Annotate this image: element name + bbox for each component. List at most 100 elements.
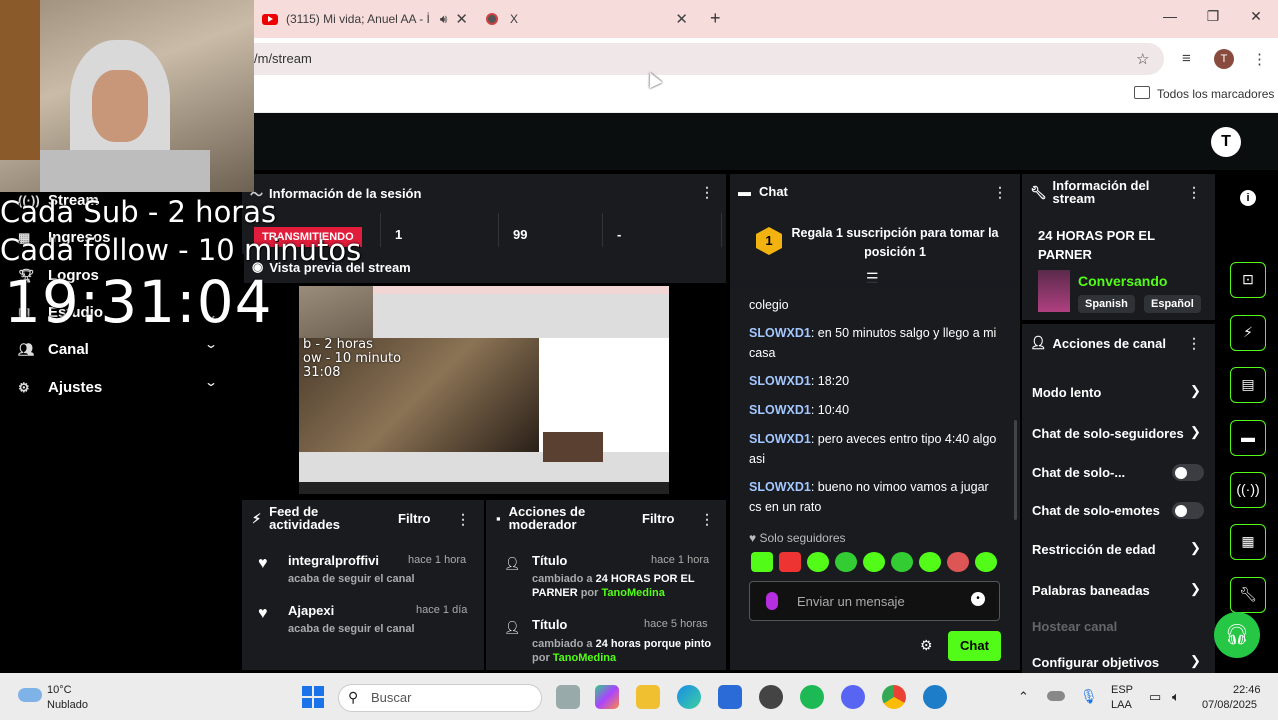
microphone-tray-icon[interactable]: 🎙︎ bbox=[1080, 688, 1098, 705]
chevron-down-icon[interactable]: ⌄ bbox=[204, 337, 218, 351]
onedrive-icon[interactable] bbox=[1047, 691, 1065, 701]
stream-category[interactable]: Conversando bbox=[1078, 273, 1167, 289]
feed-menu-icon[interactable]: ⋮ bbox=[456, 511, 470, 528]
chevron-right-icon[interactable]: ❯ bbox=[1190, 383, 1201, 399]
category-thumbnail[interactable] bbox=[1038, 270, 1070, 312]
taskbar-search[interactable] bbox=[338, 684, 542, 712]
chevron-down-icon[interactable]: ⌄ bbox=[204, 375, 218, 389]
network-icon[interactable]: ▭ bbox=[1149, 689, 1161, 705]
action-subs-only: Chat de solo-... bbox=[1032, 465, 1126, 480]
chevron-right-icon[interactable]: ❯ bbox=[1190, 581, 1201, 597]
clock-time[interactable]: 22:46 bbox=[1233, 684, 1261, 696]
media-control-icon[interactable]: ≡ bbox=[1182, 50, 1191, 67]
chat-input-placeholder[interactable]: Enviar un mensaje bbox=[797, 594, 905, 609]
tab-youtube[interactable]: (3115) Mi vida; Anuel AA - İ 🔊︎ ✕ bbox=[262, 4, 476, 34]
stream-preview-image[interactable]: b - 2 horas ow - 10 minuto 31:08 bbox=[299, 286, 669, 494]
rail-broadcast-button[interactable]: ((·)) bbox=[1230, 472, 1266, 508]
close-window-button[interactable]: ✕ bbox=[1246, 8, 1266, 25]
emote-icon[interactable] bbox=[891, 552, 913, 572]
rail-notes-button[interactable]: ▤ bbox=[1230, 367, 1266, 403]
rail-wrench-button[interactable]: 🔧︎ bbox=[1230, 577, 1266, 613]
send-chat-button[interactable]: Chat bbox=[948, 631, 1001, 661]
mod-menu-icon[interactable]: ⋮ bbox=[700, 511, 714, 528]
windows-start-icon[interactable] bbox=[302, 686, 324, 708]
channel-actions-menu-icon[interactable]: ⋮ bbox=[1187, 335, 1201, 352]
subs-only-toggle[interactable] bbox=[1172, 464, 1204, 481]
sidebar-item-ajustes[interactable]: ⚙︎ Ajustes bbox=[18, 379, 102, 396]
language-layout[interactable]: LAA bbox=[1111, 699, 1132, 711]
store-icon[interactable] bbox=[718, 685, 742, 709]
mod-filter-button[interactable]: Filtro bbox=[642, 511, 675, 526]
chat-scrollbar[interactable] bbox=[1014, 420, 1017, 520]
user-menu-button[interactable]: T bbox=[1211, 127, 1241, 157]
bookmark-star-icon[interactable]: ☆ bbox=[1136, 50, 1149, 68]
chat-message: SLOWXD1: bueno no vimoo vamos a jugar cs… bbox=[749, 480, 989, 514]
close-tab-icon[interactable]: ✕ bbox=[455, 10, 468, 28]
feed-time: hace 1 hora bbox=[408, 554, 467, 566]
task-view-icon[interactable] bbox=[556, 685, 580, 709]
rail-camera-button[interactable]: ⊡ bbox=[1230, 262, 1266, 298]
rail-chat-button[interactable]: ▬ bbox=[1230, 420, 1266, 456]
microphone-icon[interactable] bbox=[766, 592, 778, 610]
maximize-button[interactable]: ❐ bbox=[1203, 8, 1223, 25]
emote-icon[interactable] bbox=[975, 552, 997, 572]
emote-icon[interactable] bbox=[751, 552, 773, 572]
profile-avatar[interactable]: T bbox=[1214, 49, 1234, 69]
action-followers-only[interactable]: Chat de solo-seguidores bbox=[1032, 426, 1184, 441]
support-headset-icon[interactable]: 🎧︎ bbox=[1214, 612, 1260, 658]
emote-icon[interactable] bbox=[947, 552, 969, 572]
emote-icon[interactable] bbox=[779, 552, 801, 572]
volume-icon[interactable]: 🔈︎ bbox=[1172, 689, 1180, 705]
clock-date[interactable]: 07/08/2025 bbox=[1202, 699, 1257, 711]
rail-bolt-button[interactable]: ⚡︎ bbox=[1230, 315, 1266, 351]
action-slow-mode[interactable]: Modo lento bbox=[1032, 385, 1101, 400]
edge-icon[interactable] bbox=[677, 685, 701, 709]
feed-username[interactable]: integralproffivi bbox=[288, 553, 379, 568]
file-explorer-icon[interactable] bbox=[636, 685, 660, 709]
emote-icon[interactable] bbox=[863, 552, 885, 572]
url-text[interactable]: /m/stream bbox=[254, 51, 312, 66]
search-placeholder[interactable]: Buscar bbox=[371, 690, 411, 705]
app-icon[interactable] bbox=[923, 685, 947, 709]
action-configure-goals[interactable]: Configurar objetivos bbox=[1032, 655, 1159, 670]
emote-icon[interactable] bbox=[807, 552, 829, 572]
action-banned-words[interactable]: Palabras baneadas bbox=[1032, 583, 1150, 598]
cloud-icon[interactable] bbox=[18, 688, 42, 702]
weather-desc[interactable]: Nublado bbox=[47, 699, 88, 711]
chevron-right-icon[interactable]: ❯ bbox=[1190, 540, 1201, 556]
tray-chevron-icon[interactable]: ⌃ bbox=[1018, 689, 1029, 705]
emote-icon[interactable] bbox=[835, 552, 857, 572]
all-bookmarks[interactable]: Todos los marcadores bbox=[1157, 87, 1274, 101]
emotes-only-toggle[interactable] bbox=[1172, 502, 1204, 519]
speaker-icon[interactable]: 🔊︎ bbox=[440, 12, 448, 27]
chat-menu-icon[interactable]: ⋮ bbox=[993, 184, 1007, 201]
tag-chip[interactable]: Spanish bbox=[1078, 295, 1135, 313]
language-code[interactable]: ESP bbox=[1111, 684, 1133, 696]
minimize-button[interactable]: — bbox=[1160, 8, 1180, 24]
new-tab-button[interactable]: + bbox=[710, 8, 721, 29]
rail-layout-button[interactable]: ▦ bbox=[1230, 524, 1266, 560]
sidebar-item-canal[interactable]: 👥︎ Canal bbox=[18, 341, 89, 358]
emoji-icon[interactable]: • bbox=[971, 592, 985, 606]
emote-icon[interactable] bbox=[919, 552, 941, 572]
tag-chip[interactable]: Español bbox=[1144, 295, 1201, 313]
chevron-right-icon[interactable]: ❯ bbox=[1190, 424, 1201, 440]
feed-username[interactable]: Ajapexi bbox=[288, 603, 334, 618]
discord-icon[interactable] bbox=[841, 685, 865, 709]
chevron-right-icon[interactable]: ❯ bbox=[1190, 653, 1201, 669]
settings-gear-icon[interactable]: ⚙︎ bbox=[920, 637, 933, 654]
info-icon[interactable]: i bbox=[1240, 190, 1256, 206]
chrome-icon[interactable] bbox=[882, 685, 906, 709]
gift-banner-text[interactable]: Regala 1 suscripción para tomar la posic… bbox=[790, 224, 1000, 262]
obs-icon[interactable] bbox=[759, 685, 783, 709]
weather-temp[interactable]: 10°C bbox=[47, 684, 72, 696]
browser-menu-icon[interactable]: ⋮ bbox=[1252, 50, 1267, 68]
action-age-restriction[interactable]: Restricción de edad bbox=[1032, 542, 1156, 557]
close-tab-icon[interactable]: ✕ bbox=[675, 10, 688, 28]
session-menu-icon[interactable]: ⋮ bbox=[700, 184, 714, 201]
tab-kick[interactable]: X ✕ bbox=[486, 4, 696, 34]
spotify-icon[interactable] bbox=[800, 685, 824, 709]
copilot-icon[interactable] bbox=[595, 685, 619, 709]
stream-info-menu-icon[interactable]: ⋮ bbox=[1187, 184, 1201, 201]
feed-filter-button[interactable]: Filtro bbox=[398, 511, 431, 526]
